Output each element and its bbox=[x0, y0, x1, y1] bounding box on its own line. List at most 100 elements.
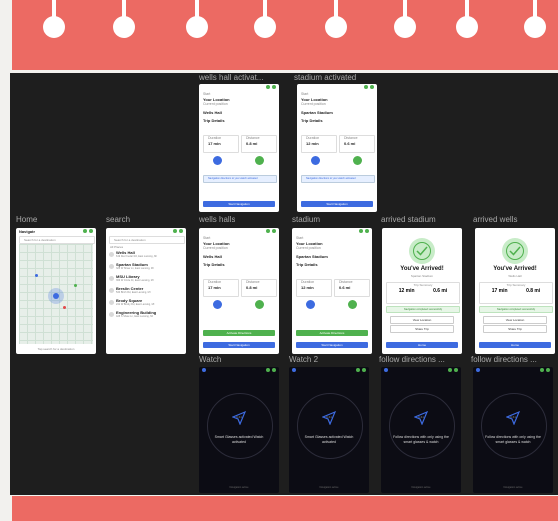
home-button[interactable]: Home bbox=[386, 342, 458, 348]
frame-follow-directions-1[interactable]: 9:41 Follow directions with only using th… bbox=[381, 367, 461, 493]
trip-details-heading: Trip Details bbox=[203, 118, 225, 123]
completed-banner: Navigation completed successfully bbox=[386, 306, 460, 313]
origin-sub: Current position bbox=[203, 246, 228, 250]
map-view[interactable] bbox=[19, 244, 93, 344]
summary-distance: 0.8 mi bbox=[526, 288, 541, 294]
place-icon bbox=[109, 288, 114, 293]
place-address: 241 W Brody Rd, East Lansing, MI bbox=[116, 303, 155, 306]
list-item[interactable]: Breslin Center 534 Birch Rd, East Lansing… bbox=[106, 286, 186, 298]
frame-label: stadium activated bbox=[294, 73, 357, 82]
watch-message: Follow directions with only using the sm… bbox=[485, 435, 541, 444]
trip-details-heading: Trip Details bbox=[296, 262, 318, 267]
walk-icon[interactable] bbox=[311, 156, 320, 165]
list-item[interactable]: Wells Hall 619 Red Cedar Rd, East Lansing… bbox=[106, 250, 186, 262]
frame-label: Watch bbox=[199, 355, 222, 364]
activate-directions-button[interactable]: Activate Directions bbox=[203, 330, 275, 336]
activate-directions-button[interactable]: Activate Directions bbox=[296, 330, 368, 336]
watch-footer: Navigation active bbox=[229, 486, 249, 489]
watch-message: Smart Glasses activated Watch activated bbox=[214, 435, 264, 444]
destination-label: Spartan Stadium bbox=[301, 110, 333, 115]
destination-label: Wells Hall bbox=[203, 254, 222, 259]
frame-label: wells hall activat... bbox=[199, 73, 264, 82]
binder-ring-icon bbox=[325, 0, 347, 38]
frame-stadium[interactable]: Start Your Location Current position Spa… bbox=[292, 228, 372, 354]
frame-home[interactable]: Navigatr Search for a destination Tap se… bbox=[16, 228, 96, 354]
list-item[interactable]: Brody Square 241 W Brody Rd, East Lansing… bbox=[106, 298, 186, 310]
trip-details-heading: Trip Details bbox=[301, 118, 323, 123]
wheelchair-icon[interactable] bbox=[353, 156, 362, 165]
wheelchair-icon[interactable] bbox=[255, 156, 264, 165]
walk-icon[interactable] bbox=[213, 156, 222, 165]
frame-stadium-activated[interactable]: Start Your Location Current position Spa… bbox=[297, 84, 377, 212]
walk-icon[interactable] bbox=[213, 300, 222, 309]
view-location-button[interactable]: View Location bbox=[483, 316, 547, 324]
wheelchair-icon[interactable] bbox=[348, 300, 357, 309]
frame-label: stadium bbox=[292, 215, 321, 224]
binder-ring-icon bbox=[456, 0, 478, 38]
watch-footer: Navigation active bbox=[411, 486, 431, 489]
frame-watch[interactable]: 9:41 Smart Glasses activated Watch activa… bbox=[199, 367, 279, 493]
arrived-title: You've Arrived! bbox=[400, 266, 444, 272]
wheelchair-icon[interactable] bbox=[255, 300, 264, 309]
place-icon bbox=[109, 300, 114, 305]
list-item[interactable]: MSU Library 366 W Circle Dr, East Lansing… bbox=[106, 274, 186, 286]
place-address: 366 W Circle Dr, East Lansing, MI bbox=[116, 279, 154, 282]
pin-icon[interactable] bbox=[63, 306, 66, 309]
results-list: Wells Hall 619 Red Cedar Rd, East Lansing… bbox=[106, 250, 186, 322]
list-item[interactable]: Engineering Building 428 S Shaw Ln, East … bbox=[106, 310, 186, 322]
search-input[interactable]: Search for a destination bbox=[109, 236, 185, 244]
frame-label: arrived stadium bbox=[381, 215, 436, 224]
watch-dial bbox=[481, 393, 547, 459]
start-navigation-button[interactable]: Start Navigation bbox=[301, 201, 373, 207]
frame-follow-directions-2[interactable]: 9:41 Follow directions with only using th… bbox=[473, 367, 553, 493]
binder-ring-icon bbox=[394, 0, 416, 38]
share-trip-button[interactable]: Share Trip bbox=[483, 325, 547, 333]
binder-ring-icon bbox=[524, 0, 546, 38]
navigation-arrow-icon bbox=[506, 411, 520, 425]
origin-sub: Current position bbox=[203, 102, 228, 106]
pin-icon[interactable] bbox=[74, 284, 77, 287]
frame-arrived-wells[interactable]: You've Arrived! Wells Hall Trip Summary … bbox=[475, 228, 555, 354]
frame-label: Watch 2 bbox=[289, 355, 319, 364]
frame-wells-halls[interactable]: Start Your Location Current position Wel… bbox=[199, 228, 279, 354]
place-icon bbox=[109, 264, 114, 269]
frame-label: search bbox=[106, 215, 131, 224]
start-navigation-button[interactable]: Start Navigation bbox=[203, 342, 275, 348]
duration-card: Duration 17 min bbox=[203, 279, 239, 297]
place-name: Wells Hall bbox=[508, 274, 522, 278]
duration-value: 17 min bbox=[208, 141, 221, 146]
app-title: Navigatr bbox=[19, 228, 36, 234]
watch-footer: Navigation active bbox=[503, 486, 523, 489]
trip-summary-card: Trip Summary 12 min 0.6 mi bbox=[386, 282, 460, 304]
view-location-button[interactable]: View Location bbox=[390, 316, 454, 324]
frame-arrived-stadium[interactable]: You've Arrived! Spartan Stadium Trip Sum… bbox=[382, 228, 462, 354]
share-trip-button[interactable]: Share Trip bbox=[390, 325, 454, 333]
frame-wells-hall-activated[interactable]: Start Your Location Current position Wel… bbox=[199, 84, 279, 212]
current-location-icon bbox=[53, 293, 59, 299]
distance-card: Distance 0.6 mi bbox=[339, 135, 375, 153]
binder-ring-icon bbox=[113, 0, 135, 38]
frame-label: Home bbox=[16, 215, 38, 224]
home-button[interactable]: Home bbox=[479, 342, 551, 348]
watch-footer: Navigation active bbox=[319, 486, 339, 489]
place-address: 534 Birch Rd, East Lansing, MI bbox=[116, 291, 151, 294]
search-input[interactable]: Search for a destination bbox=[19, 236, 95, 244]
start-navigation-button[interactable]: Start Navigation bbox=[203, 201, 275, 207]
summary-distance: 0.6 mi bbox=[433, 288, 448, 294]
watch-dial bbox=[389, 393, 455, 459]
frame-watch-2[interactable]: 9:41 Smart Glasses activated Watch activa… bbox=[289, 367, 369, 493]
place-address: 428 S Shaw Ln, East Lansing, MI bbox=[116, 315, 153, 318]
pin-icon[interactable] bbox=[35, 274, 38, 277]
navigation-arrow-icon bbox=[322, 411, 336, 425]
summary-time: 12 min bbox=[398, 288, 415, 294]
start-navigation-button[interactable]: Start Navigation bbox=[296, 342, 368, 348]
trip-summary-card: Trip Summary 17 min 0.8 mi bbox=[479, 282, 553, 304]
duration-value: 12 min bbox=[306, 141, 319, 146]
binder-ring-icon bbox=[186, 0, 208, 38]
navigation-arrow-icon bbox=[414, 411, 428, 425]
duration-value: 12 min bbox=[301, 285, 314, 290]
list-item[interactable]: Spartan Stadium 325 W Shaw Ln, East Lansi… bbox=[106, 262, 186, 274]
walk-icon[interactable] bbox=[306, 300, 315, 309]
watch-dial bbox=[207, 393, 273, 459]
frame-search[interactable]: Search for a destination All Places Well… bbox=[106, 228, 186, 354]
